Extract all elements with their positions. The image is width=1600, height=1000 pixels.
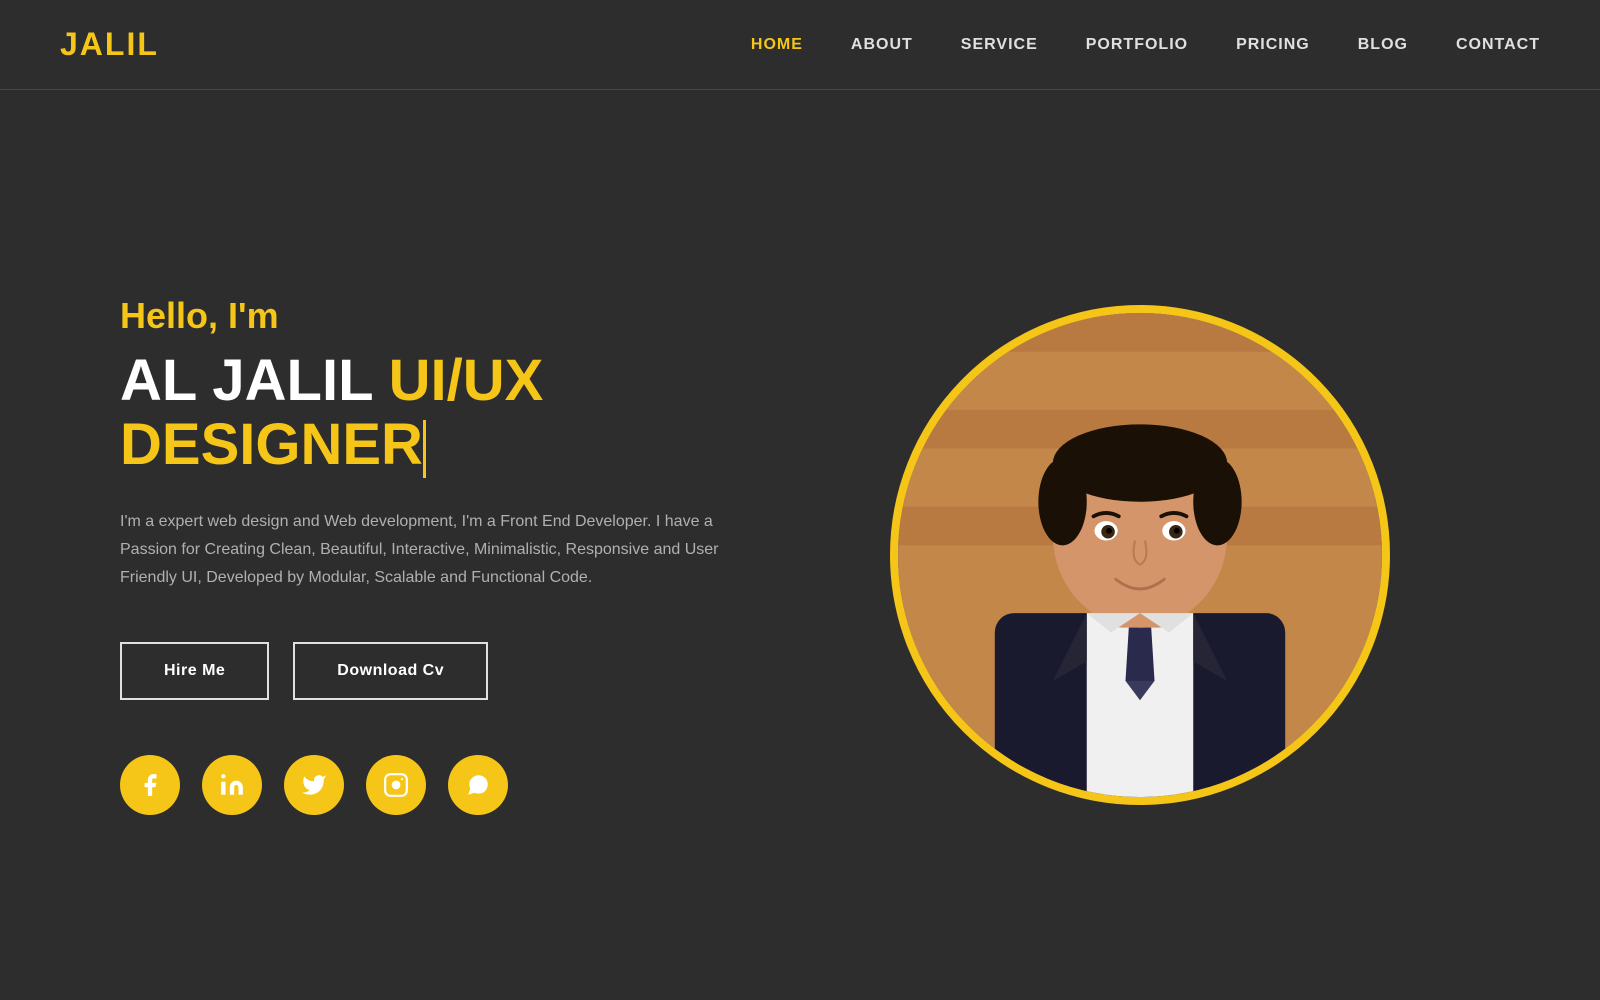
facebook-svg xyxy=(137,772,163,798)
main-nav: HOME ABOUT SERVICE PORTFOLIO PRICING BLO… xyxy=(751,36,1540,54)
nav-item-about[interactable]: ABOUT xyxy=(851,36,913,54)
instagram-svg xyxy=(383,772,409,798)
bio-text: I'm a expert web design and Web developm… xyxy=(120,508,740,592)
social-icons-row xyxy=(120,755,800,815)
whatsapp-icon[interactable] xyxy=(448,755,508,815)
facebook-icon[interactable] xyxy=(120,755,180,815)
whatsapp-svg xyxy=(465,772,491,798)
profile-image-wrapper xyxy=(890,305,1390,805)
hero-section: Hello, I'm AL JALIL UI/UX DESIGNER I'm a… xyxy=(0,90,1600,1000)
profile-person-svg xyxy=(898,313,1382,797)
nav-item-service[interactable]: SERVICE xyxy=(961,36,1038,54)
cursor xyxy=(423,420,426,478)
instagram-icon[interactable] xyxy=(366,755,426,815)
twitter-svg xyxy=(301,772,327,798)
linkedin-icon[interactable] xyxy=(202,755,262,815)
nav-item-blog[interactable]: BLOG xyxy=(1358,36,1408,54)
nav-item-pricing[interactable]: PRICING xyxy=(1236,36,1310,54)
name-title: AL JALIL UI/UX DESIGNER xyxy=(120,349,800,477)
hero-left: Hello, I'm AL JALIL UI/UX DESIGNER I'm a… xyxy=(120,295,800,814)
nav-item-portfolio[interactable]: PORTFOLIO xyxy=(1086,36,1188,54)
person-name: AL JALIL xyxy=(120,348,372,413)
header: JALIL HOME ABOUT SERVICE PORTFOLIO PRICI… xyxy=(0,0,1600,90)
hire-me-button[interactable]: Hire Me xyxy=(120,642,269,700)
hero-right xyxy=(800,305,1480,805)
linkedin-svg xyxy=(219,772,245,798)
nav-item-contact[interactable]: CONTACT xyxy=(1456,36,1540,54)
nav-item-home[interactable]: HOME xyxy=(751,36,803,54)
logo[interactable]: JALIL xyxy=(60,26,159,63)
greeting-text: Hello, I'm xyxy=(120,295,800,337)
cta-buttons: Hire Me Download Cv xyxy=(120,642,800,700)
profile-image-circle xyxy=(890,305,1390,805)
twitter-icon[interactable] xyxy=(284,755,344,815)
download-cv-button[interactable]: Download Cv xyxy=(293,642,488,700)
